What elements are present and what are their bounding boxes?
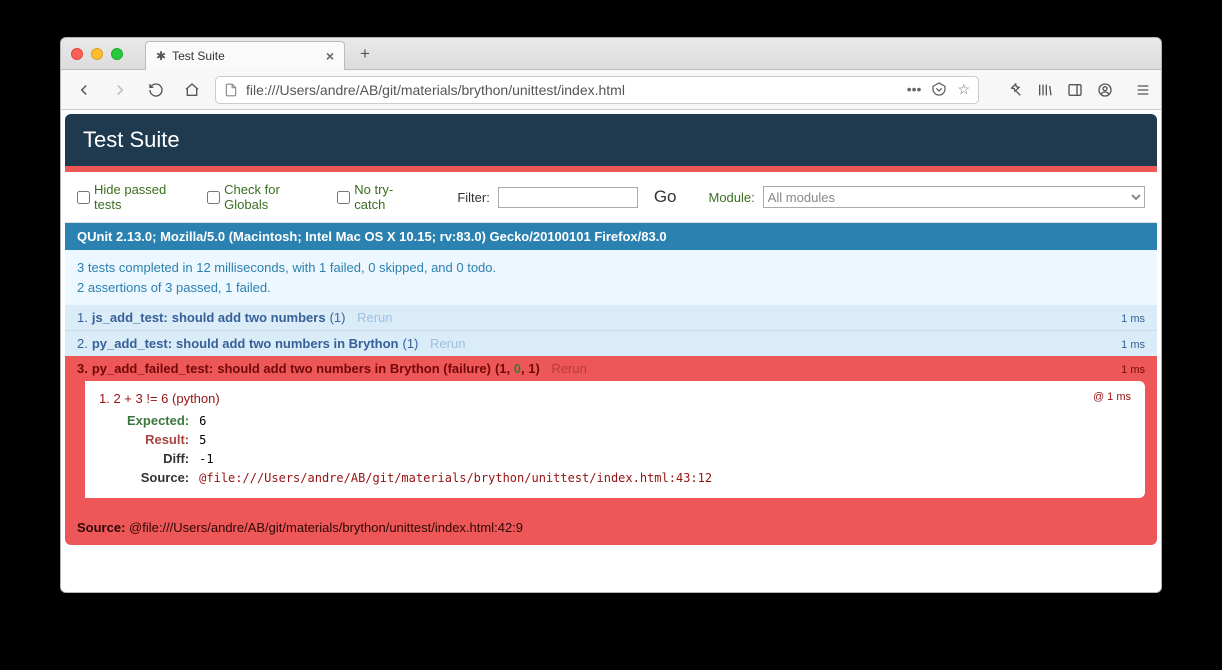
diff-label: Diff: bbox=[101, 450, 197, 467]
go-button[interactable]: Go bbox=[654, 187, 677, 207]
reload-button[interactable] bbox=[143, 77, 169, 103]
account-icon[interactable] bbox=[1097, 82, 1113, 98]
tab-strip: ✱ Test Suite × + bbox=[61, 38, 1161, 70]
page-actions-icon[interactable]: ••• bbox=[907, 81, 922, 98]
source-value: @file:///Users/andre/AB/git/materials/br… bbox=[199, 469, 712, 486]
no-trycatch-label[interactable]: No try-catch bbox=[354, 182, 421, 212]
filter-label: Filter: bbox=[457, 190, 490, 205]
assertion-diff-table: Expected: 6 Result: 5 Diff: -1 Source: @… bbox=[99, 410, 714, 488]
rerun-link[interactable]: Rerun bbox=[357, 310, 392, 325]
menu-icon[interactable] bbox=[1135, 82, 1151, 98]
summary-line-1: 3 tests completed in 12 milliseconds, wi… bbox=[77, 260, 496, 275]
toolbar-right bbox=[1007, 82, 1151, 98]
browser-window: ✱ Test Suite × + file:///Users/andre/AB/… bbox=[60, 37, 1162, 593]
test-time: 1 ms bbox=[1121, 313, 1145, 325]
test-row-failed[interactable]: 3. py_add_failed_test: should add two nu… bbox=[65, 356, 1157, 381]
expected-label: Expected: bbox=[101, 412, 197, 429]
assertion-message: 2 + 3 != 6 (python) bbox=[113, 391, 219, 406]
summary-line-2: 2 assertions of 3 passed, 1 failed. bbox=[77, 280, 271, 295]
qunit-toolbar: Hide passed tests Check for Globals No t… bbox=[65, 172, 1157, 223]
new-tab-button[interactable]: + bbox=[351, 40, 379, 68]
result-label: Result: bbox=[101, 431, 197, 448]
filter-input[interactable] bbox=[498, 187, 638, 208]
rerun-link[interactable]: Rerun bbox=[430, 336, 465, 351]
qunit-summary: 3 tests completed in 12 milliseconds, wi… bbox=[65, 250, 1157, 305]
url-text: file:///Users/andre/AB/git/materials/bry… bbox=[246, 82, 625, 98]
assertion-at: @ 1 ms bbox=[1093, 391, 1131, 406]
qunit-useragent: QUnit 2.13.0; Mozilla/5.0 (Macintosh; In… bbox=[65, 223, 1157, 250]
browser-tab[interactable]: ✱ Test Suite × bbox=[145, 41, 345, 70]
tab-title: Test Suite bbox=[172, 49, 225, 63]
library-icon[interactable] bbox=[1037, 82, 1053, 98]
diff-value: -1 bbox=[199, 450, 712, 467]
home-button[interactable] bbox=[179, 77, 205, 103]
test-time: 1 ms bbox=[1121, 364, 1145, 376]
failed-test-source: Source: @file:///Users/andre/AB/git/mate… bbox=[65, 510, 1157, 545]
close-window-button[interactable] bbox=[71, 48, 83, 60]
test-time: 1 ms bbox=[1121, 339, 1145, 351]
bookmark-star-icon[interactable]: ☆ bbox=[957, 81, 970, 98]
devtools-icon[interactable] bbox=[1007, 82, 1023, 98]
check-globals-checkbox[interactable] bbox=[207, 191, 220, 204]
forward-button[interactable] bbox=[107, 77, 133, 103]
check-globals-label[interactable]: Check for Globals bbox=[224, 182, 323, 212]
expected-value: 6 bbox=[199, 412, 712, 429]
minimize-window-button[interactable] bbox=[91, 48, 103, 60]
rerun-link[interactable]: Rerun bbox=[551, 361, 586, 376]
browser-toolbar: file:///Users/andre/AB/git/materials/bry… bbox=[61, 70, 1161, 110]
url-bar[interactable]: file:///Users/andre/AB/git/materials/bry… bbox=[215, 76, 979, 104]
back-button[interactable] bbox=[71, 77, 97, 103]
file-protocol-icon bbox=[224, 83, 238, 97]
close-tab-button[interactable]: × bbox=[326, 48, 334, 64]
zoom-window-button[interactable] bbox=[111, 48, 123, 60]
pocket-icon[interactable] bbox=[931, 81, 947, 98]
hide-passed-checkbox[interactable] bbox=[77, 191, 90, 204]
qunit-header: Test Suite bbox=[65, 114, 1157, 166]
source-label: Source: bbox=[101, 469, 197, 486]
failed-test-body: 1. 2 + 3 != 6 (python) @ 1 ms Expected: … bbox=[65, 381, 1157, 510]
window-controls bbox=[71, 48, 123, 60]
sidebar-icon[interactable] bbox=[1067, 82, 1083, 98]
hide-passed-label[interactable]: Hide passed tests bbox=[94, 182, 193, 212]
test-row-passed[interactable]: 2. py_add_test: should add two numbers i… bbox=[65, 330, 1157, 356]
test-row-passed[interactable]: 1. js_add_test: should add two numbers (… bbox=[65, 305, 1157, 330]
module-select[interactable]: All modules bbox=[763, 186, 1145, 208]
tab-favicon-gear-icon: ✱ bbox=[156, 49, 166, 63]
result-value: 5 bbox=[199, 431, 712, 448]
page-content: Test Suite Hide passed tests Check for G… bbox=[61, 110, 1161, 592]
module-label: Module: bbox=[709, 190, 755, 205]
no-trycatch-checkbox[interactable] bbox=[337, 191, 350, 204]
